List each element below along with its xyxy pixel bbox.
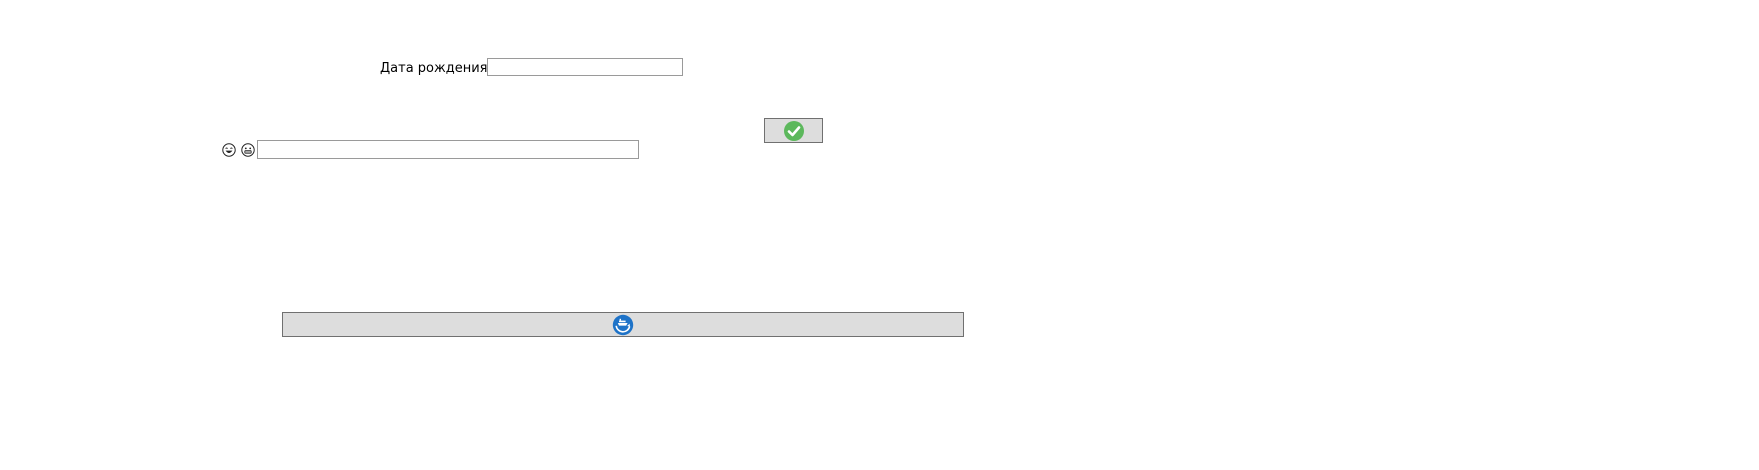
window-canvas: Дата рождения <box>0 0 1759 470</box>
message-input[interactable] <box>257 140 639 159</box>
check-circle-icon <box>783 120 804 141</box>
confirm-button[interactable] <box>764 118 823 143</box>
ship-refresh-icon <box>612 314 634 335</box>
ship-action-button[interactable] <box>282 312 964 337</box>
birth-date-label: Дата рождения <box>380 61 488 76</box>
laughing-face-icon[interactable] <box>222 143 236 157</box>
grinning-face-icon[interactable] <box>241 143 255 157</box>
birth-date-input[interactable] <box>487 58 683 76</box>
